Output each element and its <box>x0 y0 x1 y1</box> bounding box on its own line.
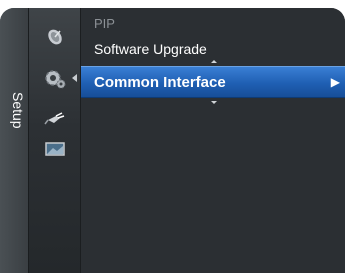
menu-item-common-interface[interactable]: Common Interface ▶ <box>81 66 345 98</box>
input-plug-icon[interactable] <box>42 108 68 130</box>
osd-menu: Setup PIP Software Upgrade Common Interf… <box>0 8 345 273</box>
scroll-up-arrow-icon[interactable] <box>211 60 217 63</box>
menu-item-label: Common Interface <box>94 73 226 91</box>
tv-picture-icon[interactable] <box>42 138 68 160</box>
scroll-down-arrow-icon[interactable] <box>211 101 217 104</box>
submenu-arrow-icon: ▶ <box>330 75 340 89</box>
menu-item-label: Software Upgrade <box>94 41 207 57</box>
setup-tab-label: Setup <box>10 91 26 129</box>
active-category-pointer-icon <box>72 74 77 82</box>
submenu-panel: PIP Software Upgrade Common Interface ▶ <box>80 8 345 273</box>
settings-gear-icon[interactable] <box>42 68 68 90</box>
setup-tab: Setup <box>0 8 29 273</box>
satellite-dish-icon[interactable] <box>42 26 68 48</box>
menu-item-label: PIP <box>94 15 115 31</box>
menu-item-pip[interactable]: PIP <box>81 10 345 36</box>
category-icon-column <box>28 8 80 273</box>
menu-item-software-upgrade[interactable]: Software Upgrade <box>81 36 345 62</box>
